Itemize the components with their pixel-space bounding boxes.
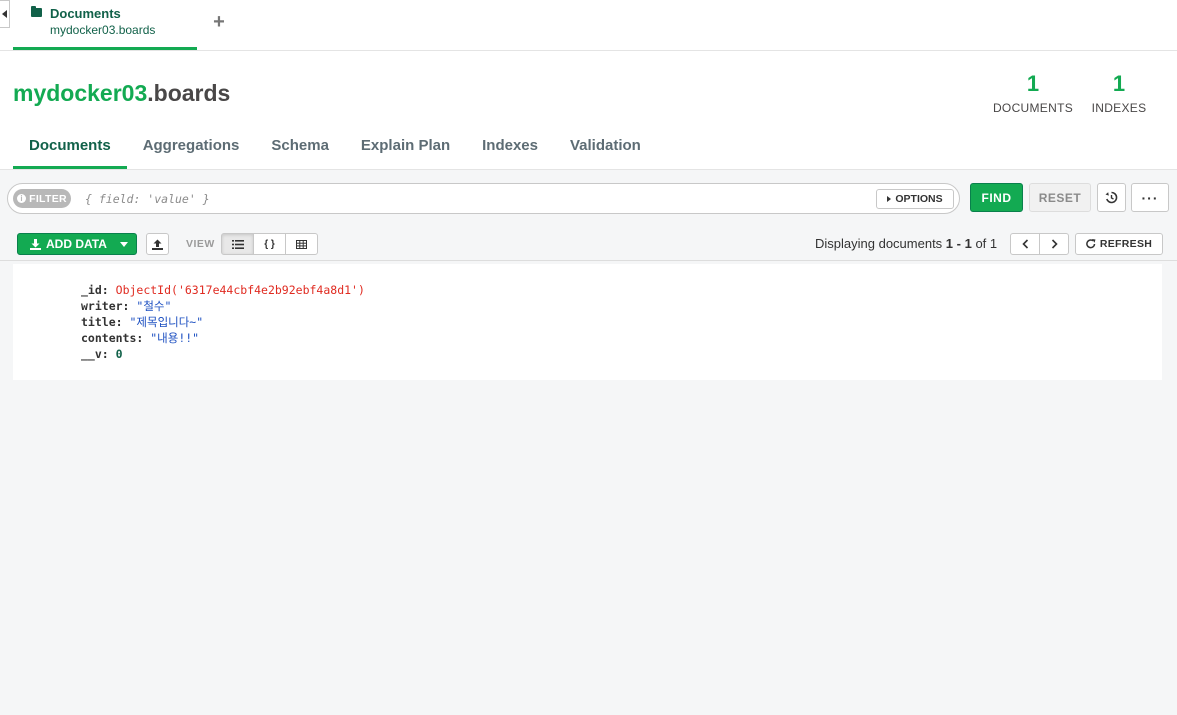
displaying-prefix: Displaying documents [815,236,946,251]
new-tab-plus-icon[interactable]: + [210,12,228,32]
field-writer[interactable]: writer: "철수" [81,298,365,314]
history-icon [1105,191,1118,204]
next-page-button[interactable] [1039,233,1069,255]
displaying-documents-text: Displaying documents 1 - 1 of 1 [815,236,997,251]
filter-bar: i FILTER OPTIONS [7,183,960,214]
tab-documents[interactable]: Documents [13,135,127,169]
refresh-icon [1086,239,1096,249]
field-key: __v [81,347,102,361]
filter-label[interactable]: i FILTER [13,189,71,208]
tab-aggregations[interactable]: Aggregations [127,135,256,169]
curly-braces-icon: { } [264,238,275,250]
range-start: 1 [945,236,954,251]
total-count: 1 [989,236,998,251]
caret-right-icon [887,196,892,202]
upload-icon [152,239,163,250]
collection-title: mydocker03.boards [13,80,230,107]
caret-down-icon [119,241,128,247]
field-key: writer [81,299,123,313]
more-options-button[interactable]: ··· [1131,183,1169,212]
reset-button[interactable]: RESET [1029,183,1091,212]
add-data-button[interactable]: ADD DATA [17,233,137,255]
list-icon [231,239,244,249]
field-v[interactable]: __v: 0 [81,346,365,362]
tab-schema[interactable]: Schema [255,135,345,169]
tab-explain-plan[interactable]: Explain Plan [345,135,466,169]
indexes-stat: 1 INDEXES [1090,71,1148,115]
field-key: contents [81,331,137,345]
options-button[interactable]: OPTIONS [876,189,954,209]
field-value: "내용!!" [150,331,200,345]
documents-label: DOCUMENTS [992,101,1074,115]
database-name: mydocker03 [13,80,148,106]
field-value: 0 [115,347,123,361]
export-button[interactable] [146,233,169,255]
table-icon [296,239,307,249]
range-end: 1 [964,236,972,251]
document-card[interactable]: _id: ObjectId('6317e44cbf4e2b92ebf4a8d1'… [13,264,1162,380]
previous-page-button[interactable] [1010,233,1040,255]
find-button[interactable]: FIND [970,183,1023,212]
table-view-button[interactable] [285,233,318,255]
info-icon: i [17,194,27,203]
refresh-button[interactable]: REFRESH [1075,233,1163,255]
subtab-bar: Documents Aggregations Schema Explain Pl… [13,135,657,169]
field-value: "철수" [136,299,172,313]
query-history-button[interactable] [1097,183,1126,212]
filter-label-text: FILTER [29,192,67,205]
json-view-button[interactable]: { } [253,233,286,255]
collection-tab[interactable]: Documents mydocker03.boards [13,0,197,50]
field-value: ObjectId('6317e44cbf4e2b92ebf4a8d1') [115,283,365,297]
caret-left-icon [2,10,7,18]
filter-input[interactable] [85,189,865,209]
indexes-label: INDEXES [1091,101,1147,115]
list-view-button[interactable] [221,233,254,255]
add-data-label: ADD DATA [46,237,107,251]
documents-count: 1 [1026,71,1040,96]
collapse-sidebar-button[interactable] [0,0,10,28]
pagination [1010,233,1069,255]
documents-stat: 1 DOCUMENTS [990,71,1076,115]
field-id[interactable]: _id: ObjectId('6317e44cbf4e2b92ebf4a8d1'… [81,282,365,298]
tab-validation[interactable]: Validation [554,135,657,169]
of-text: of [971,236,990,251]
collection-header: mydocker03.boards 1 DOCUMENTS 1 INDEXES … [0,51,1177,170]
folder-icon [31,6,42,17]
range-separator: - [953,236,965,251]
download-icon [30,238,41,250]
options-label: OPTIONS [895,193,943,205]
chevron-left-icon [1021,239,1028,249]
tab-bar: Documents mydocker03.boards + [0,0,1177,51]
field-contents[interactable]: contents: "내용!!" [81,330,365,346]
tab-indexes[interactable]: Indexes [466,135,554,169]
query-bar: i FILTER OPTIONS FIND RESET ··· ADD DATA [0,171,1177,261]
view-label: VIEW [186,238,215,250]
collection-tab-namespace: mydocker03.boards [50,23,156,37]
chevron-right-icon [1051,239,1058,249]
indexes-count: 1 [1112,71,1126,96]
document-fields: _id: ObjectId('6317e44cbf4e2b92ebf4a8d1'… [81,282,365,362]
view-toggle-group: { } [221,233,318,255]
field-key: _id [81,283,102,297]
field-title[interactable]: title: "제목입니다~" [81,314,365,330]
collection-name: .boards [147,80,231,106]
collection-tab-title: Documents [50,6,121,21]
field-value: "제목입니다~" [129,315,204,329]
field-key: title [81,315,116,329]
refresh-label: REFRESH [1099,238,1153,250]
